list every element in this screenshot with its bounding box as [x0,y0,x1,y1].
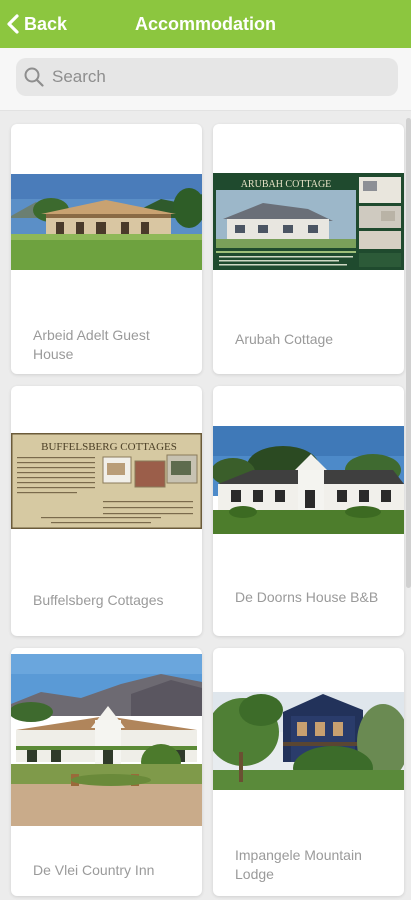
accommodation-image: BUFFELSBERG COTTAGES [11,433,202,529]
accommodation-name: Buffelsberg Cottages [33,592,164,608]
accommodation-image: ARUBAH COTTAGE [213,173,404,270]
scrollbar[interactable] [406,118,411,588]
accommodation-card[interactable]: ARUBAH COTTAGE Arubah Cottage [213,124,404,374]
accommodation-image [213,692,404,790]
back-label: Back [24,13,68,34]
accommodation-grid: Arbeid Adelt Guest House ARUBAH COTTAGE [0,110,411,900]
accommodation-card[interactable]: De Vlei Country Inn [11,648,202,896]
accommodation-card[interactable]: Arbeid Adelt Guest House [11,124,202,374]
accommodation-image [11,174,202,270]
back-button[interactable]: Back [6,0,67,48]
accommodation-name: De Vlei Country Inn [33,862,155,878]
search-icon [24,67,44,87]
accommodation-card[interactable]: BUFFELSBERG COTTAGES Buffelsberg Cottage… [11,386,202,636]
accommodation-name: Arbeid Adelt Guest House [33,327,150,362]
accommodation-image [11,654,202,826]
accommodation-card[interactable]: De Doorns House B&B [213,386,404,636]
search-box[interactable] [16,58,398,96]
accommodation-name: De Doorns House B&B [235,589,379,605]
chevron-left-icon [7,14,19,34]
accommodation-name: Impangele Mountain Lodge [235,847,362,882]
app-header: Back Accommodation [0,0,411,48]
accommodation-card[interactable]: Impangele Mountain Lodge [213,648,404,896]
image-caption: ARUBAH COTTAGE [241,179,332,190]
accommodation-image [213,426,404,534]
image-caption: BUFFELSBERG COTTAGES [41,441,177,453]
accommodation-name: Arubah Cottage [235,331,334,347]
search-input[interactable] [50,66,374,88]
search-bar [0,48,411,111]
